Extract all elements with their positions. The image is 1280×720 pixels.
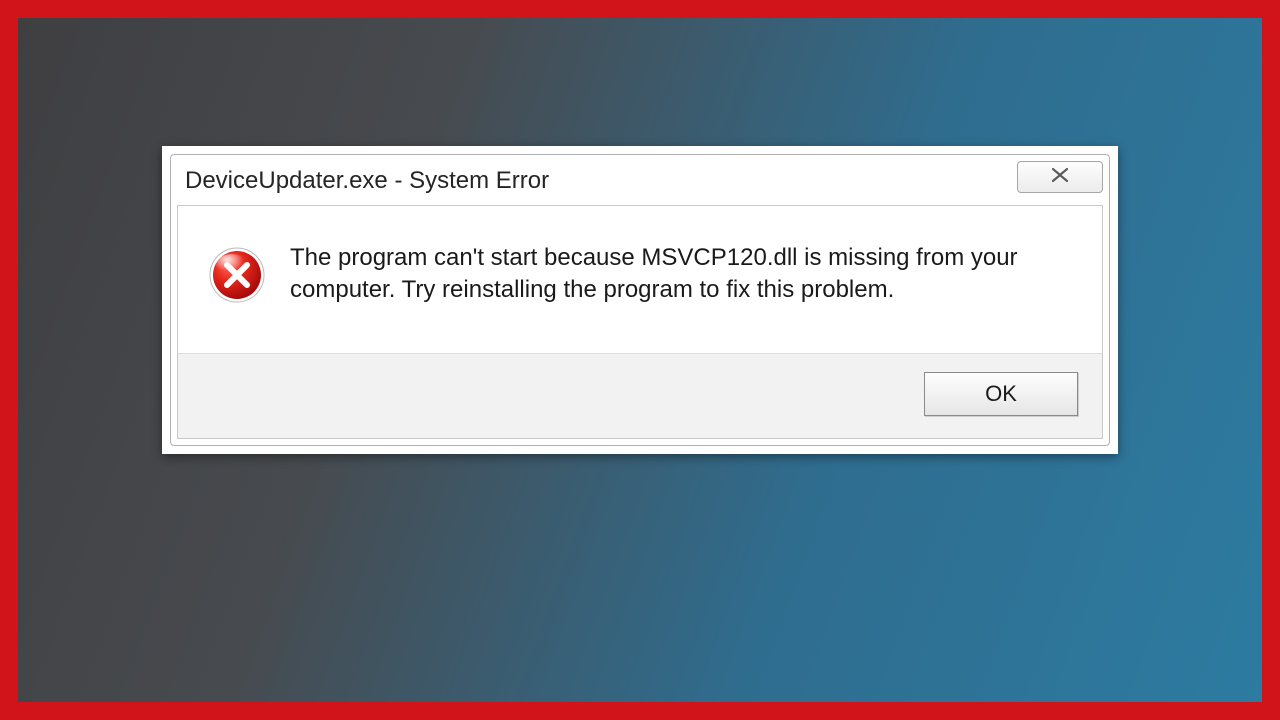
dialog-inner: DeviceUpdater.exe - System Error xyxy=(170,154,1110,446)
error-message: The program can't start because MSVCP120… xyxy=(290,242,1072,307)
dialog-title: DeviceUpdater.exe - System Error xyxy=(185,161,549,195)
dialog-content: The program can't start because MSVCP120… xyxy=(177,205,1103,353)
desktop-background: DeviceUpdater.exe - System Error xyxy=(18,18,1262,702)
ok-button[interactable]: OK xyxy=(924,372,1078,416)
dialog-button-area: OK xyxy=(177,353,1103,439)
outer-frame: DeviceUpdater.exe - System Error xyxy=(0,0,1280,720)
error-icon xyxy=(208,246,266,304)
dialog-titlebar[interactable]: DeviceUpdater.exe - System Error xyxy=(171,155,1109,199)
error-dialog: DeviceUpdater.exe - System Error xyxy=(162,146,1118,454)
close-button[interactable] xyxy=(1017,161,1103,193)
close-icon xyxy=(1049,167,1071,188)
